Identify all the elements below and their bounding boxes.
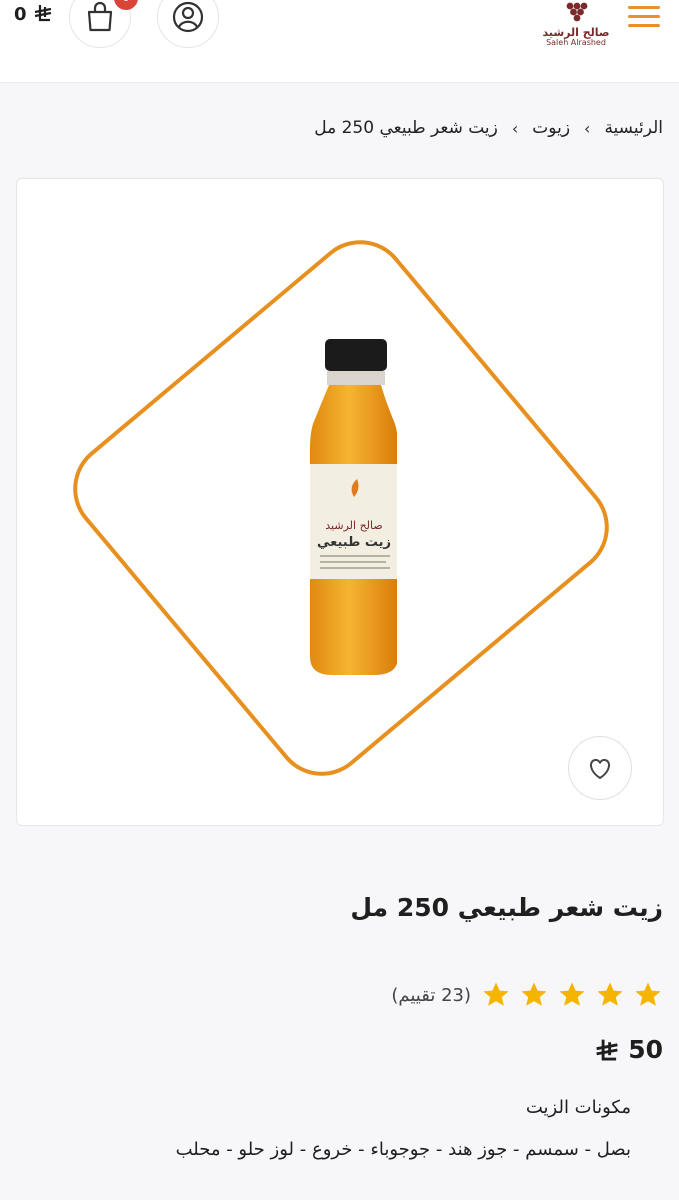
site-logo[interactable]: صالح الرشيد Saleh Alrashed — [540, 0, 612, 55]
product-price: 50 — [594, 1035, 663, 1064]
account-button[interactable] — [157, 0, 219, 48]
riyal-icon — [596, 1039, 618, 1061]
logo-text-en: Saleh Alrashed — [546, 38, 606, 47]
star-icon — [597, 982, 623, 1006]
label-name: زيت طبيعي — [317, 535, 391, 550]
wishlist-button[interactable] — [568, 736, 632, 800]
site-header: صالح الرشيد Saleh Alrashed 0 0 — [0, 0, 679, 83]
user-icon — [172, 1, 204, 33]
menu-button[interactable] — [626, 2, 662, 32]
price-value: 50 — [628, 1035, 663, 1064]
riyal-icon — [34, 5, 52, 22]
breadcrumb-category[interactable]: زيوت — [532, 118, 570, 138]
product-image-card: صالح الرشيد زيت طبيعي — [16, 178, 664, 826]
star-icon — [635, 982, 661, 1006]
ingredients-list: بصل - سمسم - جوز هند - جوجوباء - خروع - … — [175, 1139, 631, 1160]
breadcrumb-home[interactable]: الرئيسية — [604, 118, 663, 138]
product-image[interactable]: صالح الرشيد زيت طبيعي — [287, 339, 397, 679]
breadcrumb: الرئيسية › زيوت › زيت شعر طبيعي 250 مل — [16, 118, 663, 138]
breadcrumb-current: زيت شعر طبيعي 250 مل — [314, 118, 498, 138]
star-icon — [483, 982, 509, 1006]
chevron-left-icon: › — [584, 118, 591, 138]
label-brand: صالح الرشيد — [325, 519, 382, 532]
heart-icon — [590, 758, 610, 780]
product-title: زيت شعر طبيعي 250 مل — [350, 893, 663, 922]
rating-count: (23 تقييم) — [391, 984, 471, 1006]
product-rating[interactable]: (23 تقييم) — [391, 980, 663, 1010]
chevron-left-icon: › — [511, 118, 519, 138]
star-icon — [521, 982, 547, 1006]
star-icon — [559, 982, 585, 1006]
cart-total[interactable]: 0 — [14, 4, 53, 25]
cart-total-value: 0 — [14, 4, 27, 25]
ingredients-heading: مكونات الزيت — [525, 1097, 631, 1118]
